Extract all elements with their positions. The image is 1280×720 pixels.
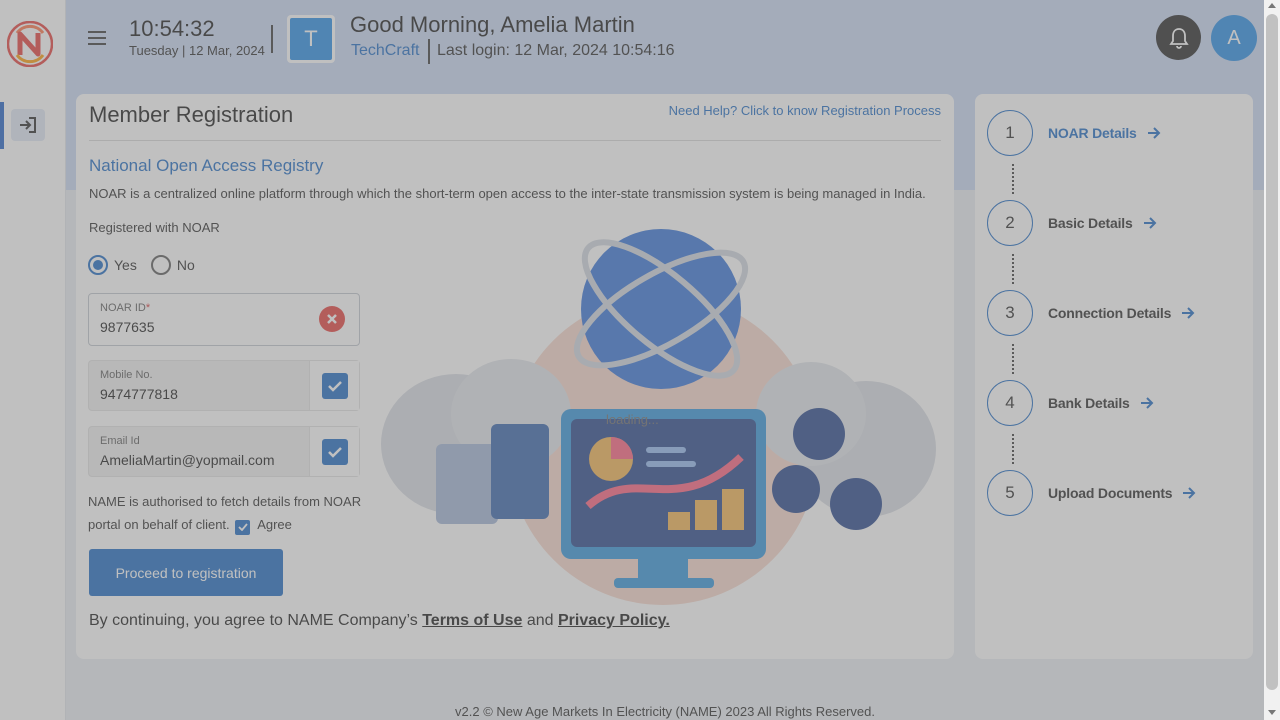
scrollbar-thumb[interactable]	[1266, 14, 1278, 690]
step-number: 3	[987, 290, 1033, 336]
section-title: National Open Access Registry	[89, 156, 324, 175]
step-connector	[1012, 344, 1014, 374]
registered-question-label: Registered with NOAR	[89, 220, 220, 235]
page-title: Member Registration	[89, 102, 294, 127]
notifications-button[interactable]	[1156, 15, 1201, 60]
step-connector	[1012, 254, 1014, 284]
scroll-up-arrow-icon[interactable]	[1268, 3, 1276, 8]
greeting-text: Good Morning, Amelia Martin	[350, 12, 635, 37]
arrow-right-icon	[1143, 217, 1157, 229]
step-number: 1	[987, 110, 1033, 156]
registered-radio-group: Yes No	[88, 255, 209, 275]
close-icon	[327, 314, 337, 324]
logout-button[interactable]	[11, 109, 45, 141]
step-label: Bank Details	[1048, 395, 1130, 411]
mobile-verified-area	[309, 361, 359, 410]
app-logo[interactable]	[7, 21, 53, 67]
step-basic-details[interactable]: 2 Basic Details	[987, 200, 1157, 246]
step-label: NOAR Details	[1048, 125, 1137, 141]
logout-icon	[20, 117, 36, 133]
footer-copyright: v2.2 © New Age Markets In Electricity (N…	[455, 704, 875, 719]
step-number: 4	[987, 380, 1033, 426]
sidebar-active-indicator	[0, 102, 4, 149]
email-label: Email Id	[100, 435, 140, 447]
mobile-label: Mobile No.	[100, 369, 153, 381]
consent-block: NAME is authorised to fetch details from…	[88, 490, 368, 536]
terms-text: By continuing, you agree to NAME Company…	[89, 612, 670, 629]
step-label: Basic Details	[1048, 215, 1133, 231]
mobile-field[interactable]: Mobile No. 9474777818	[88, 360, 360, 411]
step-connector	[1012, 164, 1014, 194]
checkmark-icon	[327, 380, 342, 392]
section-description: NOAR is a centralized online platform th…	[89, 186, 926, 201]
sidebar	[0, 0, 66, 720]
step-noar-details[interactable]: 1 NOAR Details	[987, 110, 1161, 156]
current-date: Tuesday | 12 Mar, 2024	[129, 43, 265, 58]
radio-yes[interactable]	[88, 255, 108, 275]
user-avatar[interactable]: A	[1211, 15, 1257, 61]
scroll-down-arrow-icon[interactable]	[1268, 710, 1276, 715]
radio-no-label[interactable]: No	[177, 257, 195, 273]
bell-icon	[1168, 27, 1189, 49]
step-number: 5	[987, 470, 1033, 516]
registry-illustration	[381, 229, 936, 605]
noar-id-field[interactable]: NOAR ID* 9877635	[88, 293, 360, 346]
clear-noar-button[interactable]	[319, 306, 345, 332]
terms-link[interactable]: Terms of Use	[422, 612, 522, 629]
registration-card: Member Registration Need Help? Click to …	[76, 94, 954, 659]
registration-steps: 1 NOAR Details 2 Basic Details 3 Connect…	[975, 94, 1253, 659]
agree-label[interactable]: Agree	[257, 517, 292, 532]
proceed-button[interactable]: Proceed to registration	[89, 549, 283, 596]
step-number: 2	[987, 200, 1033, 246]
step-label: Upload Documents	[1048, 485, 1173, 501]
step-upload-documents[interactable]: 5 Upload Documents	[987, 470, 1196, 516]
header-divider	[271, 25, 273, 53]
step-bank-details[interactable]: 4 Bank Details	[987, 380, 1154, 426]
consent-text: NAME is authorised to fetch details from…	[88, 494, 362, 532]
radio-no[interactable]	[150, 255, 171, 275]
email-value[interactable]: AmeliaMartin@yopmail.com	[100, 452, 274, 468]
mobile-value[interactable]: 9474777818	[100, 386, 178, 402]
agree-checkbox[interactable]	[235, 519, 251, 535]
last-login-text: Last login: 12 Mar, 2024 10:54:16	[437, 42, 675, 59]
organization-initial: T	[290, 18, 332, 60]
email-verified-area	[309, 427, 359, 476]
loading-indicator: loading...	[606, 412, 659, 427]
mobile-verified-checkbox[interactable]	[321, 372, 348, 399]
arrow-right-icon	[1182, 487, 1196, 499]
privacy-link[interactable]: Privacy Policy.	[558, 612, 670, 629]
radio-yes-label[interactable]: Yes	[114, 257, 137, 273]
email-verified-checkbox[interactable]	[321, 438, 348, 465]
checkmark-icon	[327, 446, 342, 458]
header-divider	[428, 39, 430, 64]
email-field[interactable]: Email Id AmeliaMartin@yopmail.com	[88, 426, 360, 477]
help-link[interactable]: Need Help? Click to know Registration Pr…	[669, 103, 941, 118]
current-time: 10:54:32	[129, 16, 215, 41]
step-connection-details[interactable]: 3 Connection Details	[987, 290, 1195, 336]
noar-id-label: NOAR ID*	[100, 302, 151, 314]
checkmark-icon	[238, 523, 248, 531]
arrow-right-icon	[1181, 307, 1195, 319]
company-name: TechCraft	[351, 42, 420, 59]
step-connector	[1012, 434, 1014, 464]
organization-avatar: T	[287, 15, 335, 63]
noar-id-value[interactable]: 9877635	[100, 319, 155, 335]
title-divider	[89, 140, 941, 141]
arrow-right-icon	[1147, 127, 1161, 139]
arrow-right-icon	[1140, 397, 1154, 409]
step-label: Connection Details	[1048, 305, 1172, 321]
hamburger-menu-icon[interactable]	[86, 28, 108, 48]
